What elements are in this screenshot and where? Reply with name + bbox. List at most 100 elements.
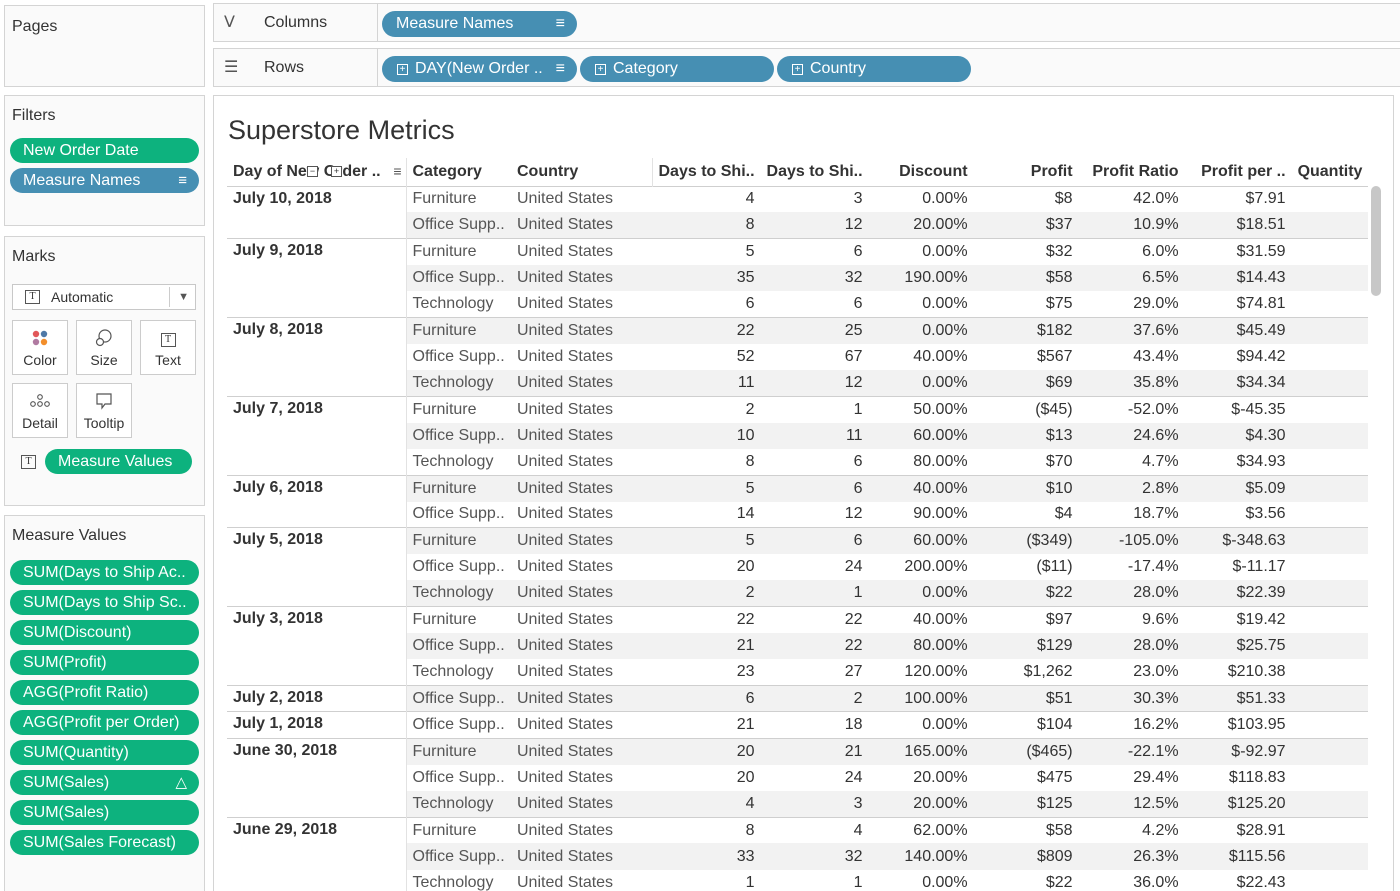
- scrollbar-thumb[interactable]: [1371, 186, 1381, 296]
- category-cell[interactable]: Furniture: [406, 606, 511, 634]
- category-cell[interactable]: Furniture: [406, 395, 511, 423]
- discount-cell[interactable]: 0.00%: [869, 186, 974, 212]
- profit-cell[interactable]: $10: [973, 474, 1079, 502]
- quantity-cell[interactable]: [1291, 316, 1369, 344]
- days-to-ship-scheduled-cell[interactable]: 21: [760, 737, 869, 765]
- days-to-ship-actual-cell[interactable]: 8: [652, 449, 761, 475]
- country-cell[interactable]: United States: [511, 238, 652, 265]
- category-cell[interactable]: Office Supp..: [406, 264, 511, 292]
- profit-cell[interactable]: $4: [974, 502, 1079, 528]
- profit-cell[interactable]: $809: [973, 843, 1079, 870]
- measure-pill[interactable]: SUM(Quantity): [10, 740, 199, 765]
- profit-per-order-cell[interactable]: $115.56: [1184, 843, 1292, 870]
- days-to-ship-scheduled-cell[interactable]: 32: [760, 843, 869, 870]
- profit-cell[interactable]: $129: [973, 633, 1079, 660]
- days-to-ship-actual-cell[interactable]: 10: [652, 422, 761, 449]
- profit-ratio-cell[interactable]: 24.6%: [1078, 422, 1185, 449]
- measure-pill[interactable]: SUM(Sales): [10, 800, 199, 825]
- profit-cell[interactable]: $22: [973, 580, 1079, 607]
- header-category[interactable]: Category: [406, 158, 511, 186]
- days-to-ship-actual-cell[interactable]: 14: [652, 502, 761, 528]
- category-cell[interactable]: Furniture: [406, 186, 511, 212]
- country-cell[interactable]: United States: [511, 765, 652, 791]
- discount-cell[interactable]: 120.00%: [869, 659, 974, 685]
- discount-cell[interactable]: 0.00%: [868, 316, 974, 344]
- header-day-of-new-order[interactable]: Day of New Order .. − + ≡: [227, 158, 407, 186]
- days-to-ship-actual-cell[interactable]: 5: [652, 238, 761, 265]
- profit-cell[interactable]: $1,262: [974, 659, 1079, 685]
- discount-cell[interactable]: 0.00%: [868, 238, 974, 265]
- discount-cell[interactable]: 200.00%: [869, 554, 974, 580]
- category-cell[interactable]: Office Supp..: [406, 344, 511, 370]
- discount-cell[interactable]: 0.00%: [868, 580, 974, 607]
- profit-per-order-cell[interactable]: $-11.17: [1185, 554, 1292, 580]
- discount-cell[interactable]: 50.00%: [868, 395, 974, 423]
- profit-cell[interactable]: $51: [973, 685, 1079, 712]
- discount-cell[interactable]: 0.00%: [869, 291, 974, 317]
- days-to-ship-scheduled-cell[interactable]: 6: [760, 238, 869, 265]
- measure-pill[interactable]: SUM(Days to Ship Ac..: [10, 560, 199, 585]
- days-to-ship-scheduled-cell[interactable]: 1: [761, 870, 869, 891]
- date-cell[interactable]: July 2, 2018: [227, 685, 407, 712]
- country-cell[interactable]: United States: [511, 843, 652, 870]
- measure-pill[interactable]: AGG(Profit Ratio): [10, 680, 199, 705]
- header-profit-ratio[interactable]: Profit Ratio: [1079, 158, 1185, 186]
- days-to-ship-actual-cell[interactable]: 33: [652, 843, 761, 870]
- profit-ratio-cell[interactable]: 28.0%: [1078, 633, 1185, 660]
- header-quantity[interactable]: Quantity: [1292, 158, 1369, 186]
- profit-cell[interactable]: $125: [973, 790, 1079, 818]
- category-cell[interactable]: Office Supp..: [406, 502, 511, 528]
- profit-cell[interactable]: $69: [973, 370, 1079, 397]
- discount-cell[interactable]: 62.00%: [868, 816, 974, 844]
- country-cell[interactable]: United States: [511, 502, 652, 528]
- quantity-cell[interactable]: [1291, 238, 1369, 265]
- profit-cell[interactable]: ($11): [974, 554, 1079, 580]
- profit-ratio-cell[interactable]: 18.7%: [1079, 502, 1185, 528]
- country-cell[interactable]: United States: [511, 580, 652, 607]
- days-to-ship-actual-cell[interactable]: 21: [652, 711, 761, 739]
- profit-ratio-cell[interactable]: 29.4%: [1079, 765, 1185, 791]
- header-days-to-ship-scheduled[interactable]: Days to Shi..: [761, 158, 869, 186]
- days-to-ship-scheduled-cell[interactable]: 11: [760, 422, 869, 449]
- discount-cell[interactable]: 60.00%: [868, 527, 974, 555]
- profit-ratio-cell[interactable]: 4.2%: [1078, 816, 1185, 844]
- category-cell[interactable]: Technology: [406, 449, 511, 475]
- profit-cell[interactable]: $37: [973, 212, 1079, 239]
- category-cell[interactable]: Office Supp..: [406, 633, 511, 660]
- category-cell[interactable]: Technology: [406, 790, 511, 818]
- days-to-ship-scheduled-cell[interactable]: 12: [760, 370, 869, 397]
- days-to-ship-actual-cell[interactable]: 20: [652, 765, 761, 791]
- days-to-ship-scheduled-cell[interactable]: 24: [761, 554, 869, 580]
- category-cell[interactable]: Office Supp..: [406, 422, 511, 449]
- profit-ratio-cell[interactable]: 10.9%: [1078, 212, 1185, 239]
- discount-cell[interactable]: 100.00%: [868, 685, 974, 712]
- date-cell[interactable]: July 8, 2018: [227, 316, 407, 397]
- quantity-cell[interactable]: [1291, 370, 1369, 397]
- rows-pill-day-new-order[interactable]: + DAY(New Order .. ≡: [382, 56, 577, 82]
- measure-pill[interactable]: SUM(Profit): [10, 650, 199, 675]
- date-cell[interactable]: July 7, 2018: [227, 395, 407, 476]
- profit-ratio-cell[interactable]: 6.0%: [1078, 238, 1185, 265]
- category-cell[interactable]: Furniture: [406, 527, 511, 555]
- category-cell[interactable]: Furniture: [406, 816, 511, 844]
- date-cell[interactable]: June 30, 2018: [227, 737, 407, 818]
- marks-pill-measure-values[interactable]: Measure Values: [45, 449, 192, 474]
- measure-pill-sales-forecast-flag[interactable]: SUM(Sales) △: [10, 770, 199, 795]
- category-cell[interactable]: Technology: [406, 291, 511, 317]
- profit-cell[interactable]: $58: [973, 264, 1079, 292]
- quantity-cell[interactable]: [1292, 502, 1369, 528]
- rows-pill-country[interactable]: + Country: [777, 56, 971, 82]
- country-cell[interactable]: United States: [511, 474, 652, 502]
- days-to-ship-scheduled-cell[interactable]: 1: [760, 580, 869, 607]
- days-to-ship-actual-cell[interactable]: 23: [652, 659, 761, 685]
- days-to-ship-scheduled-cell[interactable]: 32: [760, 264, 869, 292]
- days-to-ship-scheduled-cell[interactable]: 67: [761, 344, 869, 370]
- days-to-ship-actual-cell[interactable]: 2: [652, 580, 761, 607]
- collapse-icon[interactable]: −: [307, 166, 318, 177]
- header-profit-per-order[interactable]: Profit per ..: [1185, 158, 1292, 186]
- rows-pill-category[interactable]: + Category: [580, 56, 774, 82]
- marks-detail-button[interactable]: Detail: [12, 383, 68, 438]
- days-to-ship-scheduled-cell[interactable]: 12: [761, 502, 869, 528]
- discount-cell[interactable]: 0.00%: [869, 870, 974, 891]
- profit-ratio-cell[interactable]: -17.4%: [1079, 554, 1185, 580]
